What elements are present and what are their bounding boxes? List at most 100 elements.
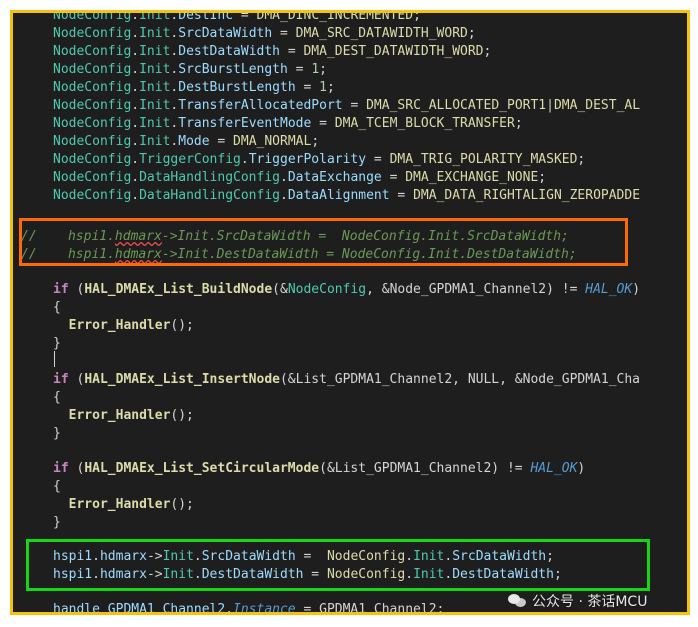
code-token: ();: [170, 408, 194, 423]
code-token: DestDataWidth: [178, 44, 280, 59]
code-editor[interactable]: NodeConfig.Init.DestInc = DMA_DINC_INCRE…: [13, 13, 687, 612]
code-token: DataExchange: [287, 170, 382, 185]
code-token: .: [131, 10, 140, 23]
code-line: if (HAL_DMAEx_List_InsertNode(&List_GPDM…: [53, 371, 640, 389]
code-token: DataHandlingConfig: [139, 170, 280, 185]
code-token: .: [131, 80, 140, 95]
code-token: , &Node_GPDMA1_Channel2) !=: [366, 282, 586, 297]
code-token: Init: [139, 116, 171, 131]
code-token: ();: [170, 497, 194, 512]
code-token: DMA_TCEM_BLOCK_TRANSFER: [334, 116, 515, 131]
code-token: DMA_DINC_INCREMENTED: [256, 10, 414, 23]
code-token: ;: [311, 134, 320, 149]
code-token: .: [131, 26, 140, 41]
code-token: (: [68, 282, 85, 297]
code-line: {: [53, 478, 61, 496]
code-token: |: [546, 98, 554, 113]
code-token: (: [68, 461, 85, 476]
code-token: ;: [467, 26, 476, 41]
code-line: NodeConfig.TriggerConfig.TriggerPolarity…: [53, 151, 585, 169]
code-line: NodeConfig.Init.SrcDataWidth = DMA_SRC_D…: [53, 25, 476, 43]
code-token: }: [53, 515, 61, 530]
code-token: .: [131, 134, 140, 149]
code-line: NodeConfig.Init.TransferEventMode = DMA_…: [53, 115, 523, 133]
code-token: TransferEventMode: [178, 116, 312, 131]
code-token: NodeConfig: [53, 80, 132, 95]
code-token: =: [295, 80, 320, 95]
code-line: Error_Handler();: [53, 407, 194, 425]
code-token: =: [287, 62, 312, 77]
code-token: Mode: [178, 134, 210, 149]
code-token: DataAlignment: [287, 188, 390, 203]
code-token: TriggerConfig: [139, 152, 241, 167]
code-token: =: [209, 134, 234, 149]
code-line: NodeConfig.DataHandlingConfig.DataAlignm…: [53, 187, 640, 205]
code-token: DestBurstLength: [178, 80, 296, 95]
code-token: DestInc: [178, 10, 234, 23]
text-cursor: [54, 351, 55, 367]
code-token: .: [240, 152, 249, 167]
code-token: HAL_OK: [530, 461, 578, 476]
code-token: (: [68, 372, 85, 387]
code-token: 1: [311, 62, 320, 77]
code-token: .: [225, 602, 234, 615]
code-token: NodeConfig: [53, 116, 132, 131]
code-token: Init: [139, 80, 171, 95]
code-line: NodeConfig.Init.Mode = DMA_NORMAL;: [53, 133, 319, 151]
code-token: NodeConfig: [53, 152, 132, 167]
code-token: ): [577, 461, 586, 476]
code-token: .: [131, 98, 140, 113]
code-token: (&List_GPDMA1_Channel2) !=: [319, 461, 531, 476]
code-token: .: [280, 170, 288, 185]
code-token: .: [131, 188, 140, 203]
code-token: Init: [139, 10, 171, 23]
code-token: TransferAllocatedPort: [178, 98, 343, 113]
code-token: =: [280, 44, 304, 59]
code-token: Init: [139, 134, 171, 149]
code-line: Error_Handler();: [53, 317, 194, 335]
code-line: NodeConfig.Init.DestDataWidth = DMA_DEST…: [53, 43, 491, 61]
code-token: ): [632, 282, 641, 297]
code-token: (&: [272, 282, 288, 297]
code-token: Init: [139, 44, 171, 59]
code-token: }: [53, 426, 61, 441]
code-token: =: [272, 26, 296, 41]
code-token: Error_Handler: [68, 318, 171, 333]
code-token: (&List_GPDMA1_Channel2, NULL, &Node_GPDM…: [279, 372, 641, 387]
code-line: }: [53, 514, 61, 532]
code-token: =: [389, 188, 414, 203]
code-line: if (HAL_DMAEx_List_BuildNode(&NodeConfig…: [53, 281, 640, 299]
code-token: Init: [139, 26, 171, 41]
code-token: NodeConfig: [53, 44, 132, 59]
code-token: HAL_DMAEx_List_SetCircularMode: [84, 461, 320, 476]
code-token: DMA_SRC_ALLOCATED_PORT1: [366, 98, 547, 113]
code-token: =: [233, 10, 257, 23]
code-token: .: [280, 188, 288, 203]
code-token: HAL_OK: [585, 282, 633, 297]
code-token: ;: [577, 152, 586, 167]
code-token: handle_GPDMA1_Channel2: [53, 602, 226, 615]
code-token: Error_Handler: [68, 408, 171, 423]
code-token: .: [131, 62, 140, 77]
code-token: if: [53, 372, 69, 387]
code-token: Init: [139, 62, 171, 77]
code-token: DataHandlingConfig: [139, 188, 280, 203]
code-token: DMA_DATA_RIGHTALIGN_ZEROPADDE: [413, 188, 641, 203]
code-line: NodeConfig.Init.DestBurstLength = 1;: [53, 79, 335, 97]
commented-code-highlight-box: [19, 218, 628, 266]
code-token: if: [53, 282, 69, 297]
code-token: ;: [514, 116, 523, 131]
code-token: Error_Handler: [68, 497, 171, 512]
code-line: handle_GPDMA1_Channel2.Instance = GPDMA1…: [53, 601, 444, 615]
code-token: HAL_DMAEx_List_InsertNode: [84, 372, 280, 387]
code-token: .: [131, 116, 140, 131]
code-token: NodeConfig: [53, 188, 132, 203]
wechat-icon: [508, 594, 526, 608]
code-token: NodeConfig: [53, 170, 132, 185]
code-line: NodeConfig.Init.SrcBurstLength = 1;: [53, 61, 327, 79]
code-token: =: [311, 116, 335, 131]
code-token: SrcBurstLength: [178, 62, 288, 77]
